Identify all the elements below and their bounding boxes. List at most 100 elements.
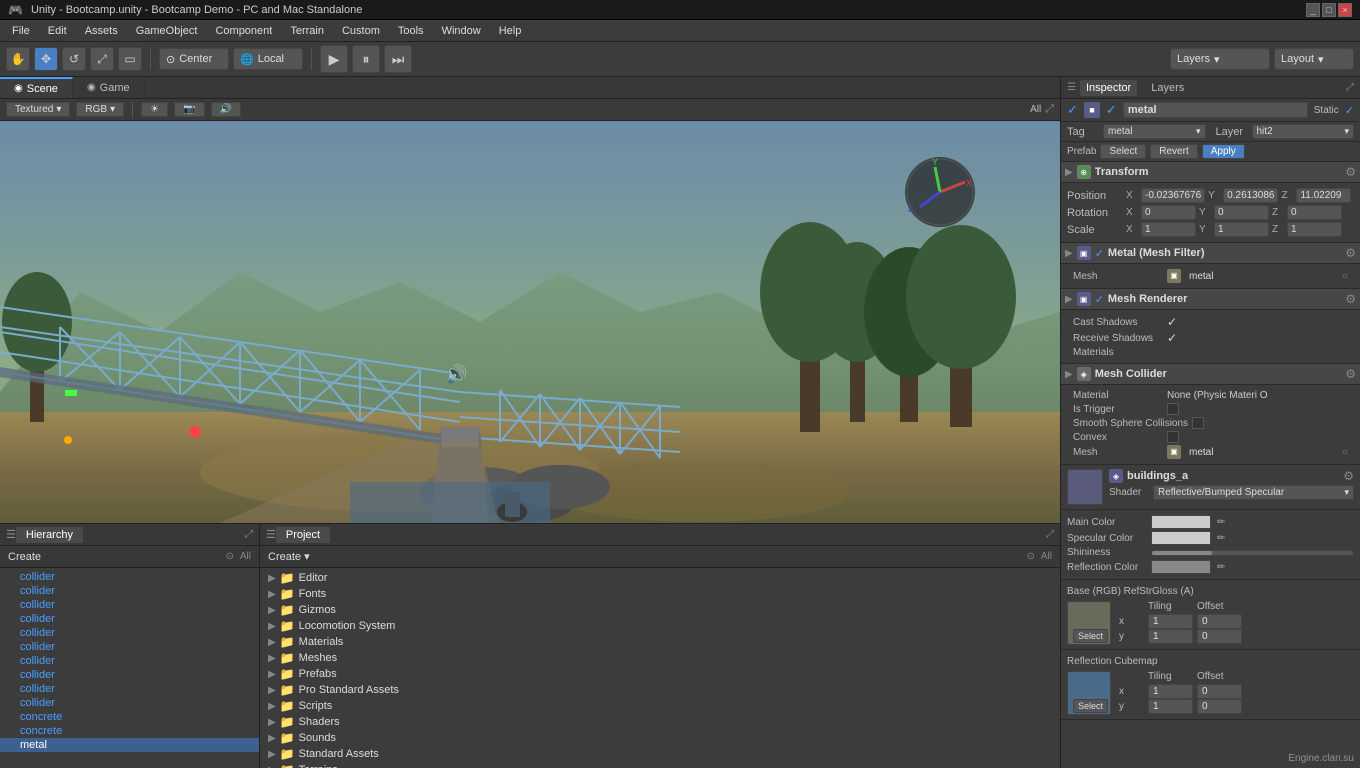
prefab-revert-btn[interactable]: Revert [1150,144,1197,159]
hand-tool[interactable]: ✋ [6,47,30,71]
menu-gameobject[interactable]: GameObject [128,23,206,39]
mf-checkbox[interactable]: ✓ [1095,247,1104,260]
list-item[interactable]: collider [0,682,259,696]
scale-y-field[interactable]: 1 [1214,222,1269,237]
scale-x-field[interactable]: 1 [1141,222,1196,237]
project-folder-scripts[interactable]: ▶ 📁 Scripts [260,698,1060,714]
menu-tools[interactable]: Tools [390,23,432,39]
menu-terrain[interactable]: Terrain [282,23,332,39]
menu-custom[interactable]: Custom [334,23,388,39]
prefab-apply-btn[interactable]: Apply [1202,144,1245,159]
layer-dropdown[interactable]: hit2 ▾ [1252,124,1355,139]
project-folder-prefabs[interactable]: ▶ 📁 Prefabs [260,666,1060,682]
audio-btn[interactable]: 🔊 [211,102,241,117]
reflection-color-edit[interactable]: ✏ [1217,562,1225,573]
hierarchy-create-btn[interactable]: Create [8,551,41,563]
project-tab[interactable]: Project [276,527,330,543]
active-checkbox2[interactable]: ✓ [1106,102,1117,118]
rot-y-field[interactable]: 0 [1214,205,1269,220]
pivot-center-btn[interactable]: ⊙ Center [159,48,229,70]
specular-color-edit[interactable]: ✏ [1217,533,1225,544]
layout-dropdown[interactable]: Layout ▾ [1274,48,1354,70]
sun-btn[interactable]: ☀ [141,102,168,117]
menu-assets[interactable]: Assets [77,23,126,39]
refl-tiling-x-field[interactable] [1148,684,1193,699]
offset-x-field[interactable] [1197,614,1242,629]
tiling-y-field[interactable] [1148,629,1193,644]
menu-component[interactable]: Component [207,23,280,39]
static-checkbox[interactable]: ✓ [1345,104,1354,117]
rot-x-field[interactable]: 0 [1141,205,1196,220]
coord-btn[interactable]: 🌐 Local [233,48,303,70]
layers-dropdown[interactable]: Layers ▾ [1170,48,1270,70]
list-item[interactable]: collider [0,668,259,682]
textured-btn[interactable]: Textured ▾ [6,102,70,117]
object-name[interactable]: metal [1123,102,1308,118]
mesh-filter-header[interactable]: ▶ ▣ ✓ Metal (Mesh Filter) ⚙ [1061,243,1360,264]
rotate-tool[interactable]: ↺ [62,47,86,71]
rect-tool[interactable]: ▭ [118,47,142,71]
scale-z-field[interactable]: 1 [1287,222,1342,237]
reflection-thumb[interactable]: Select [1067,671,1111,715]
project-folder-locomotion[interactable]: ▶ 📁 Locomotion System [260,618,1060,634]
list-item[interactable]: collider [0,584,259,598]
list-item-selected[interactable]: metal [0,738,259,752]
reflection-color-swatch[interactable] [1151,560,1211,574]
scale-tool[interactable]: ⤢ [90,47,114,71]
hierarchy-content[interactable]: collider collider collider collider coll… [0,568,259,768]
list-item[interactable]: concrete [0,724,259,738]
maximize-scene-btn[interactable]: ⤢ [1045,103,1054,116]
hierarchy-tab[interactable]: Hierarchy [16,527,83,543]
project-folder-shaders[interactable]: ▶ 📁 Shaders [260,714,1060,730]
mc-mesh-select[interactable]: ○ [1342,447,1348,458]
refl-offset-y-field[interactable] [1197,699,1242,714]
list-item[interactable]: concrete [0,710,259,724]
tiling-x-field[interactable] [1148,614,1193,629]
mc-smooth-check[interactable] [1192,417,1204,429]
main-color-edit[interactable]: ✏ [1217,517,1225,528]
menu-edit[interactable]: Edit [40,23,75,39]
pos-y-field[interactable]: 0.2613086 [1223,188,1278,203]
refl-tiling-y-field[interactable] [1148,699,1193,714]
cast-shadows-check[interactable]: ✓ [1167,315,1177,329]
menu-window[interactable]: Window [434,23,489,39]
mesh-collider-header[interactable]: ▶ ◈ Mesh Collider ⚙ [1061,364,1360,385]
tab-game[interactable]: ◉ Game [73,77,145,98]
pause-btn[interactable]: ⏸ [352,45,380,73]
project-folder-pro-standard[interactable]: ▶ 📁 Pro Standard Assets [260,682,1060,698]
play-btn[interactable]: ▶ [320,45,348,73]
close-btn[interactable]: × [1338,3,1352,17]
list-item[interactable]: collider [0,640,259,654]
mr-checkbox[interactable]: ✓ [1095,293,1104,306]
maximize-btn[interactable]: □ [1322,3,1336,17]
list-item[interactable]: collider [0,612,259,626]
shader-dropdown[interactable]: Reflective/Bumped Specular ▾ [1153,485,1354,500]
pos-x-field[interactable]: -0.02367676 [1141,188,1205,203]
project-folder-gizmos[interactable]: ▶ 📁 Gizmos [260,602,1060,618]
mesh-select-btn[interactable]: ○ [1342,271,1348,282]
project-content[interactable]: ▶ 📁 Editor ▶ 📁 Fonts ▶ 📁 Gizmos [260,568,1060,768]
minimize-btn[interactable]: _ [1306,3,1320,17]
offset-y-field[interactable] [1197,629,1242,644]
inspector-expand-btn[interactable]: ⤢ [1346,82,1354,93]
project-folder-terrains[interactable]: ▶ 📁 Terrains [260,762,1060,768]
prefab-select-btn[interactable]: Select [1100,144,1146,159]
project-expand-btn[interactable]: ⤢ [1040,527,1060,542]
mesh-renderer-header[interactable]: ▶ ▣ ✓ Mesh Renderer ⚙ [1061,289,1360,310]
list-item[interactable]: collider [0,654,259,668]
project-all-btn[interactable]: All [1041,551,1052,562]
mesh-filter-menu[interactable]: ⚙ [1345,246,1356,260]
project-create-btn[interactable]: Create ▾ [268,550,310,563]
menu-file[interactable]: File [4,23,38,39]
tab-scene[interactable]: ◉ Scene [0,77,73,98]
list-item[interactable]: collider [0,570,259,584]
mesh-collider-menu[interactable]: ⚙ [1345,367,1356,381]
menu-help[interactable]: Help [491,23,530,39]
rot-z-field[interactable]: 0 [1287,205,1342,220]
active-checkbox[interactable]: ✓ [1067,102,1078,118]
project-folder-editor[interactable]: ▶ 📁 Editor [260,570,1060,586]
hierarchy-all-btn[interactable]: All [240,551,251,562]
select-btn-base[interactable]: Select [1073,630,1108,642]
project-folder-meshes[interactable]: ▶ 📁 Meshes [260,650,1060,666]
transform-component-header[interactable]: ▶ ⊕ Transform ⚙ [1061,162,1360,183]
